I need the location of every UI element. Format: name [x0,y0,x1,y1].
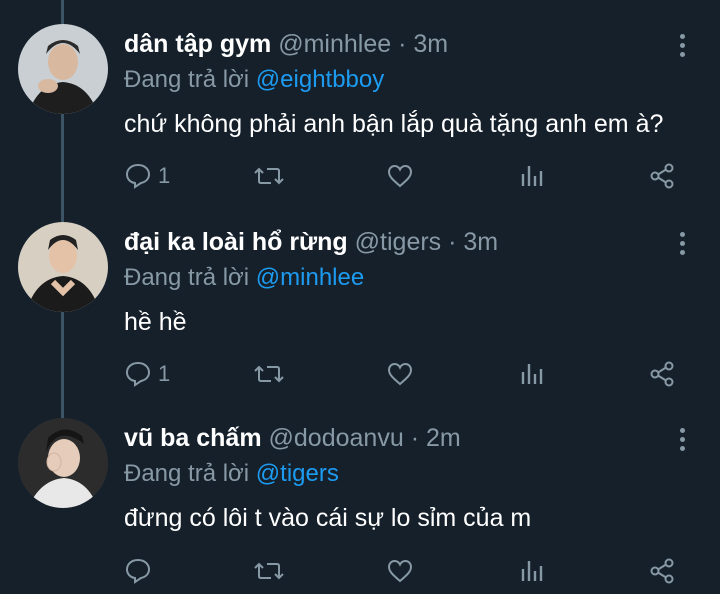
analytics-button[interactable] [518,161,546,191]
share-icon [650,558,674,584]
retweet-button[interactable] [254,556,284,586]
reply-count: 1 [158,361,171,386]
replying-to: Đang trả lời @minhlee [124,264,364,292]
heart-icon [387,164,413,188]
analytics-icon [521,561,543,581]
tweet[interactable]: dân tập gym @minhlee · 3m Đang trả lời @… [0,24,720,204]
timestamp[interactable]: 3m [413,30,448,58]
tweet-text: đừng có lôi t vào cái sự lo sỉm của m [124,504,532,532]
more-options-icon[interactable] [676,428,688,454]
share-button[interactable] [648,556,676,586]
separator-dot: · [398,30,407,58]
retweet-button[interactable] [254,161,284,191]
like-button[interactable] [386,359,414,389]
display-name[interactable]: đại ka loài hổ rừng [124,228,348,256]
reply-button[interactable]: 1 [124,359,170,389]
share-icon [650,361,674,387]
share-button[interactable] [648,359,676,389]
more-options-icon[interactable] [676,232,688,258]
avatar[interactable] [18,24,108,114]
share-icon [650,163,674,189]
tweet-header: vũ ba chấm @dodoanvu · 2m [124,424,461,453]
more-options-icon[interactable] [676,34,688,60]
tweet-actions: 1 [124,161,684,191]
reply-count: 1 [158,163,171,188]
analytics-icon [521,364,543,384]
mention-link[interactable]: @eightbboy [256,66,384,93]
timestamp[interactable]: 3m [463,228,498,256]
retweet-icon [254,562,284,580]
mention-link[interactable]: @minhlee [256,264,364,291]
separator-dot: · [410,424,420,452]
user-handle[interactable]: @minhlee [278,30,391,58]
reply-icon [125,558,151,584]
reply-button[interactable]: 1 [124,161,170,191]
reply-button[interactable] [124,556,158,586]
timestamp[interactable]: 2m [426,424,461,452]
heart-icon [387,362,413,386]
replying-to: Đang trả lời @eightbboy [124,66,384,94]
tweet-actions: 1 [124,359,684,389]
tweet-actions [124,556,684,586]
tweet-header: dân tập gym @minhlee · 3m [124,30,448,59]
share-button[interactable] [648,161,676,191]
tweet[interactable]: đại ka loài hổ rừng @tigers · 3m Đang tr… [0,222,720,402]
retweet-icon [254,167,284,185]
user-handle[interactable]: @dodoanvu [269,424,404,452]
reply-icon [125,361,151,387]
like-button[interactable] [386,556,414,586]
analytics-button[interactable] [518,556,546,586]
user-handle[interactable]: @tigers [355,228,442,256]
tweet-header: đại ka loài hổ rừng @tigers · 3m [124,228,498,257]
tweet[interactable]: vũ ba chấm @dodoanvu · 2m Đang trả lời @… [0,418,720,594]
replying-to-label: Đang trả lời [124,66,250,93]
analytics-button[interactable] [518,359,546,389]
analytics-icon [521,166,543,186]
heart-icon [387,559,413,583]
avatar[interactable] [18,222,108,312]
reply-icon [125,163,151,189]
replying-to: Đang trả lời @tigers [124,460,339,488]
tweet-text: hề hề [124,308,187,336]
like-button[interactable] [386,161,414,191]
display-name[interactable]: dân tập gym [124,30,271,58]
replying-to-label: Đang trả lời [124,264,250,291]
retweet-icon [254,365,284,383]
mention-link[interactable]: @tigers [256,460,339,487]
separator-dot: · [448,228,457,256]
replying-to-label: Đang trả lời [124,460,250,487]
avatar[interactable] [18,418,108,508]
display-name[interactable]: vũ ba chấm [124,424,262,452]
retweet-button[interactable] [254,359,284,389]
tweet-text: chứ không phải anh bận lắp quà tặng anh … [124,110,664,138]
